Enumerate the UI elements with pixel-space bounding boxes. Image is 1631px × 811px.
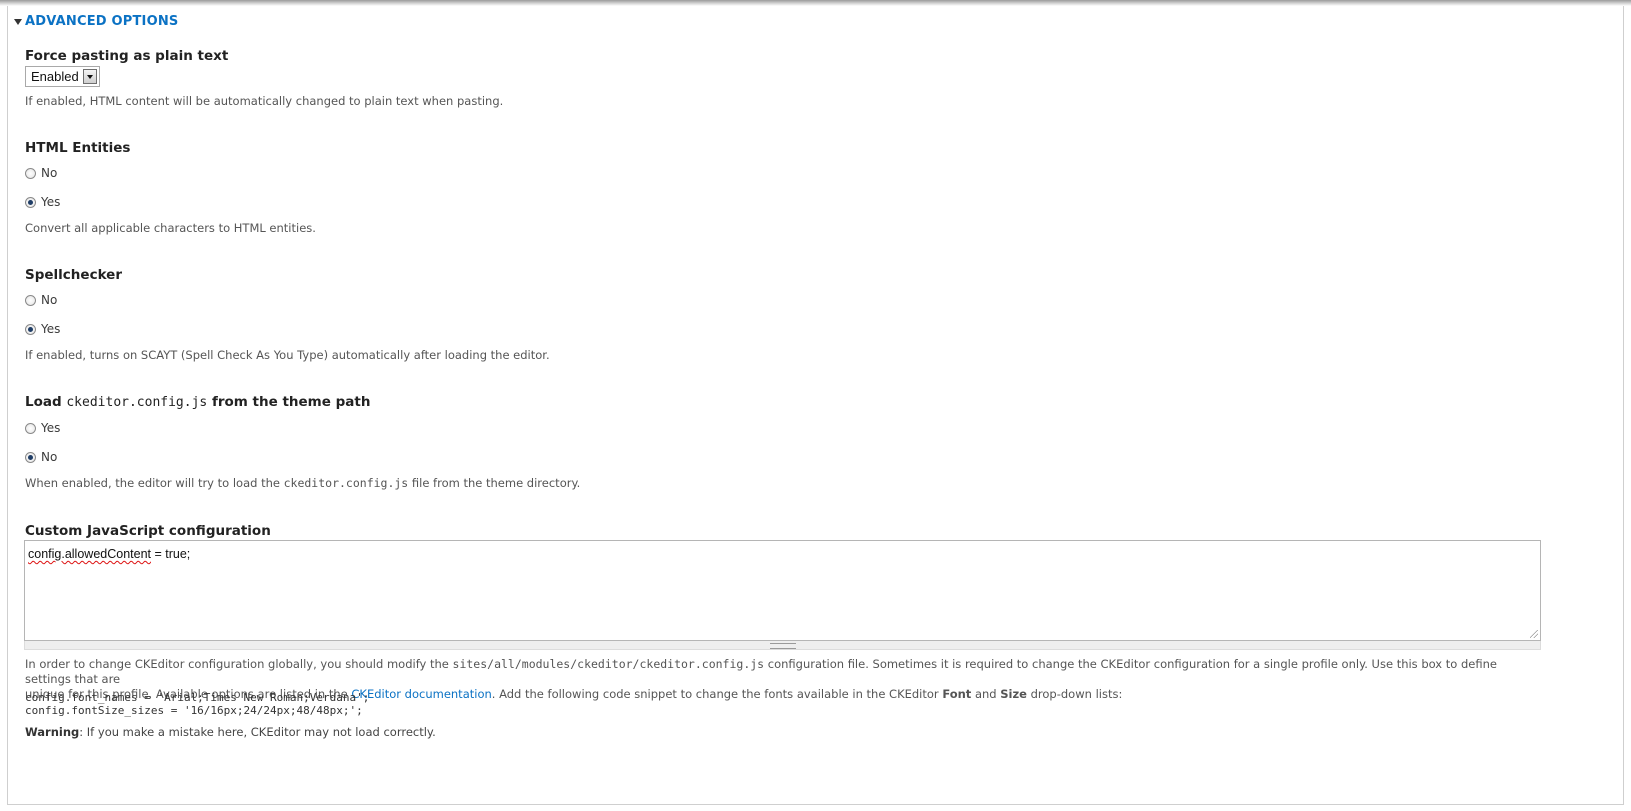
radio-unchecked-icon[interactable] bbox=[25, 167, 36, 179]
html-entities-label: HTML Entities bbox=[25, 140, 131, 156]
spellchecker-radio-yes[interactable]: Yes bbox=[25, 322, 60, 336]
html-entities-radio-yes[interactable]: Yes bbox=[25, 195, 60, 209]
radio-checked-icon[interactable] bbox=[25, 451, 36, 463]
load-config-radio-no[interactable]: No bbox=[25, 450, 57, 464]
force-paste-description: If enabled, HTML content will be automat… bbox=[25, 94, 504, 108]
misspelled-word: config.allowedContent bbox=[28, 547, 151, 561]
radio-unchecked-icon[interactable] bbox=[25, 294, 36, 306]
radio-checked-icon[interactable] bbox=[25, 323, 36, 335]
load-config-label: Load ckeditor.config.js from the theme p… bbox=[25, 394, 371, 410]
spellchecker-label: Spellchecker bbox=[25, 267, 122, 283]
force-paste-select[interactable]: Enabled bbox=[25, 66, 100, 87]
spellchecker-radio-no[interactable]: No bbox=[25, 293, 57, 307]
load-config-description: When enabled, the editor will try to loa… bbox=[25, 476, 581, 490]
radio-label: No bbox=[41, 450, 58, 464]
collapse-triangle-icon bbox=[14, 18, 22, 25]
force-paste-label: Force pasting as plain text bbox=[25, 48, 229, 64]
radio-label: Yes bbox=[41, 195, 61, 209]
advanced-options-legend: ADVANCED OPTIONS bbox=[25, 14, 179, 29]
custom-js-textarea[interactable]: config.allowedContent = true; bbox=[24, 540, 1541, 641]
load-config-radio-yes[interactable]: Yes bbox=[25, 421, 60, 435]
warning-message: Warning: If you make a mistake here, CKE… bbox=[25, 725, 436, 739]
textarea-resize-handle[interactable] bbox=[24, 641, 1541, 650]
advanced-options-toggle[interactable]: ADVANCED OPTIONS bbox=[14, 14, 179, 29]
resize-grip-icon[interactable] bbox=[1530, 630, 1538, 638]
force-paste-selected-value: Enabled bbox=[31, 69, 79, 84]
html-entities-radio-no[interactable]: No bbox=[25, 166, 57, 180]
spellchecker-description: If enabled, turns on SCAYT (Spell Check … bbox=[25, 348, 550, 362]
radio-checked-icon[interactable] bbox=[25, 196, 36, 208]
font-size-snippet: config.fontSize_sizes = '16/16px;24/24px… bbox=[25, 704, 363, 717]
radio-label: No bbox=[41, 293, 58, 307]
chevron-down-icon[interactable] bbox=[83, 69, 97, 84]
ckeditor-documentation-link[interactable]: CKEditor documentation bbox=[351, 687, 491, 701]
custom-js-label: Custom JavaScript configuration bbox=[25, 523, 271, 539]
radio-label: Yes bbox=[41, 322, 61, 336]
config-filename: ckeditor.config.js bbox=[66, 395, 208, 410]
radio-label: No bbox=[41, 166, 58, 180]
radio-label: Yes bbox=[41, 421, 61, 435]
html-entities-description: Convert all applicable characters to HTM… bbox=[25, 221, 316, 235]
radio-unchecked-icon[interactable] bbox=[25, 422, 36, 434]
font-names-snippet: config.font_names = 'Arial;Times New Rom… bbox=[25, 691, 370, 704]
